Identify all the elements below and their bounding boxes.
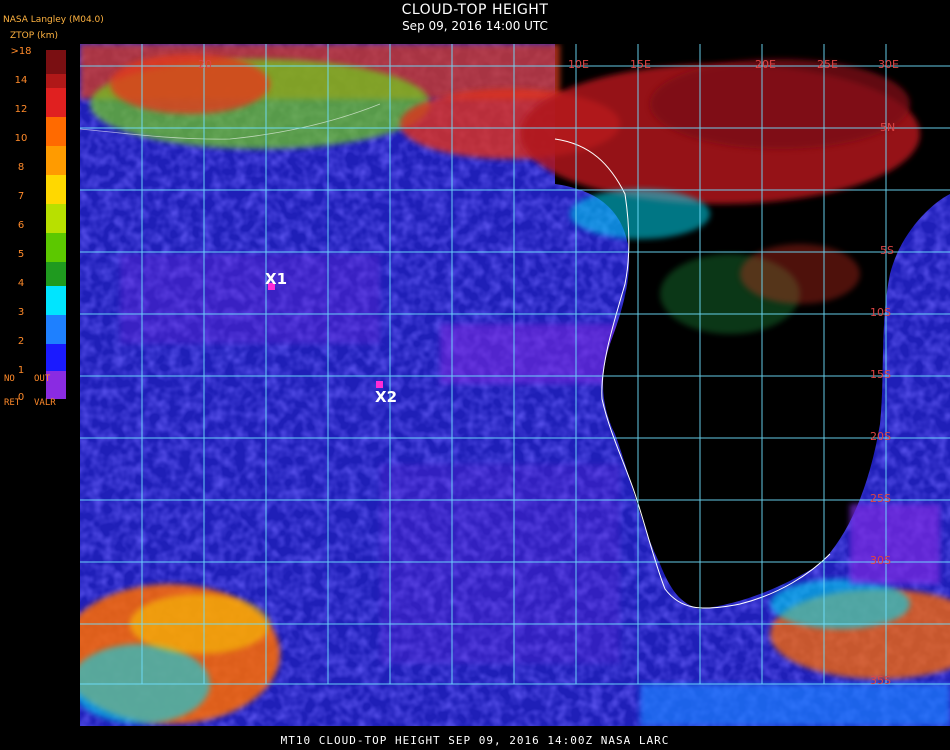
unit-label: ZTOP (km) bbox=[10, 31, 59, 41]
legend-swatch bbox=[46, 204, 66, 233]
legend-swatch bbox=[46, 315, 66, 344]
lon-label: 10E bbox=[568, 58, 589, 71]
marker-x2-dot bbox=[376, 381, 383, 388]
lat-label: 5S bbox=[880, 244, 894, 257]
lat-label: 5N bbox=[880, 121, 895, 134]
legend-swatch bbox=[46, 117, 66, 146]
legend-label: 7 bbox=[17, 191, 25, 202]
legend-swatch bbox=[46, 175, 66, 204]
legend-swatch bbox=[46, 286, 66, 315]
legend-label: 6 bbox=[17, 220, 25, 231]
legend-swatch bbox=[46, 344, 66, 371]
lon-label: 15E bbox=[630, 58, 651, 71]
satellite-map: 5N 5S 10S 15S 20S 25S 30S 35S 20 10E 15E… bbox=[80, 44, 950, 726]
legend-swatch bbox=[46, 88, 66, 117]
page-subtitle: Sep 09, 2016 14:00 UTC bbox=[402, 19, 548, 33]
legend-swatch bbox=[46, 146, 66, 175]
lon-label: 20 bbox=[198, 58, 212, 71]
lat-label: 30S bbox=[870, 554, 891, 567]
legend-label: 3 bbox=[17, 307, 25, 318]
source-label: NASA Langley (M04.0) bbox=[3, 15, 104, 25]
legend-label: 2 bbox=[17, 336, 25, 347]
legend-valr-label: VALR bbox=[34, 398, 56, 408]
legend-swatch bbox=[46, 233, 66, 262]
legend-label: 12 bbox=[14, 104, 28, 115]
legend-label: 14 bbox=[14, 75, 28, 86]
lon-label: 20E bbox=[755, 58, 776, 71]
lat-label: 15S bbox=[870, 368, 891, 381]
page-title: CLOUD-TOP HEIGHT bbox=[401, 2, 549, 18]
legend-no-label: NO bbox=[4, 374, 15, 384]
legend-ret-label: RET bbox=[4, 398, 21, 408]
lat-label: 25S bbox=[870, 492, 891, 505]
legend-label: 10 bbox=[14, 133, 28, 144]
legend-swatch bbox=[46, 74, 66, 88]
lat-label: 35S bbox=[870, 674, 891, 687]
lon-label: 30E bbox=[878, 58, 899, 71]
marker-x1: X1 bbox=[265, 270, 287, 288]
legend-label: 5 bbox=[17, 249, 25, 260]
lat-label: 20S bbox=[870, 430, 891, 443]
legend-out-label: OUT bbox=[34, 374, 51, 384]
legend-label: 8 bbox=[17, 162, 25, 173]
footer-caption: MT10 CLOUD-TOP HEIGHT SEP 09, 2016 14:00… bbox=[280, 734, 670, 747]
legend-swatch bbox=[46, 50, 66, 74]
lon-label: 25E bbox=[817, 58, 838, 71]
legend-label: 4 bbox=[17, 278, 25, 289]
lat-label: 10S bbox=[870, 306, 891, 319]
marker-x2: X2 bbox=[375, 388, 397, 406]
legend-label: >18 bbox=[10, 46, 32, 57]
color-legend: >18 14 12 10 8 7 6 5 4 3 2 1 0 NO OUT RE… bbox=[0, 42, 80, 412]
